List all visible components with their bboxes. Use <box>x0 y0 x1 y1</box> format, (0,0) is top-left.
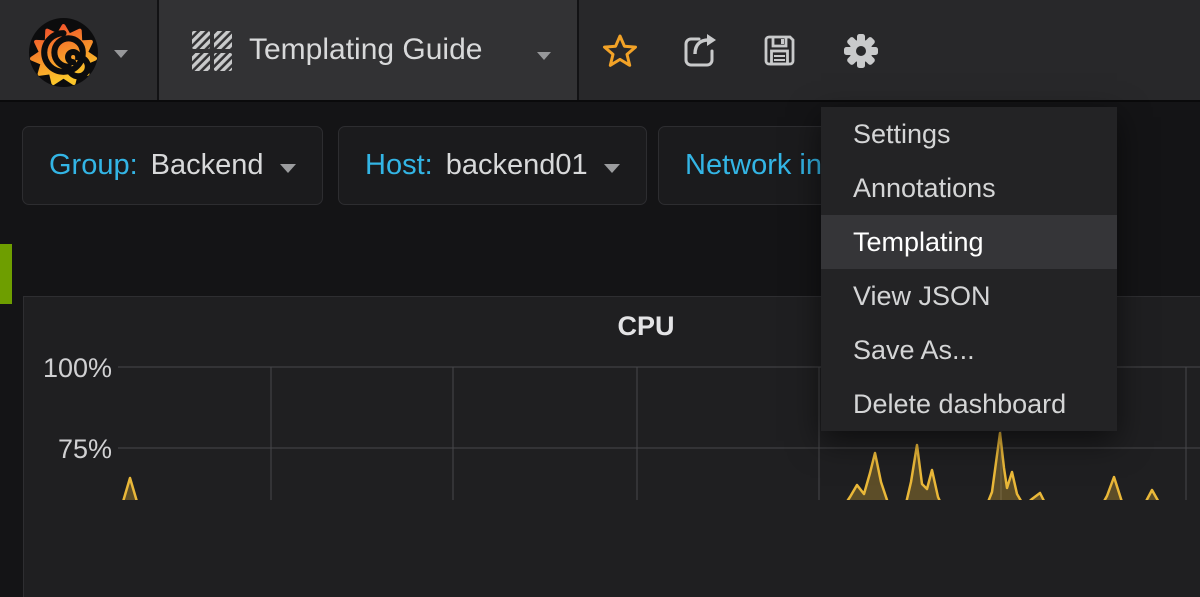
template-var-host[interactable]: Host: backend01 <box>338 126 647 205</box>
chevron-down-icon <box>280 164 296 173</box>
menu-item-save-as[interactable]: Save As... <box>821 323 1117 377</box>
navbar-divider <box>577 0 579 100</box>
dashboard-title-button[interactable]: Templating Guide <box>159 0 577 100</box>
save-icon[interactable] <box>761 32 798 69</box>
top-navbar: Templating Guide <box>0 0 1200 102</box>
chevron-down-icon <box>604 164 620 173</box>
dashboard-title: Templating Guide <box>249 0 482 100</box>
title-caret-icon <box>537 52 551 60</box>
logo-caret-icon <box>114 50 128 58</box>
share-icon[interactable] <box>680 32 720 70</box>
template-var-label: Host: <box>365 149 433 182</box>
dashboard-grid-icon <box>192 31 232 71</box>
menu-item-annotations[interactable]: Annotations <box>821 161 1117 215</box>
gear-icon[interactable] <box>843 33 879 69</box>
settings-dropdown-menu: Settings Annotations Templating View JSO… <box>821 107 1117 431</box>
template-var-group[interactable]: Group: Backend <box>22 126 323 205</box>
star-icon[interactable] <box>602 33 638 69</box>
template-var-value: Backend <box>151 149 264 182</box>
menu-item-settings[interactable]: Settings <box>821 107 1117 161</box>
template-var-label: Network in <box>685 149 822 182</box>
menu-item-templating[interactable]: Templating <box>821 215 1117 269</box>
template-var-value: backend01 <box>446 149 588 182</box>
template-var-label: Group: <box>49 149 138 182</box>
menu-item-view-json[interactable]: View JSON <box>821 269 1117 323</box>
row-menu-tab[interactable] <box>0 244 12 304</box>
grafana-logo-button[interactable] <box>0 0 157 100</box>
menu-item-delete-dashboard[interactable]: Delete dashboard <box>821 377 1117 431</box>
grafana-logo-icon <box>28 17 99 88</box>
